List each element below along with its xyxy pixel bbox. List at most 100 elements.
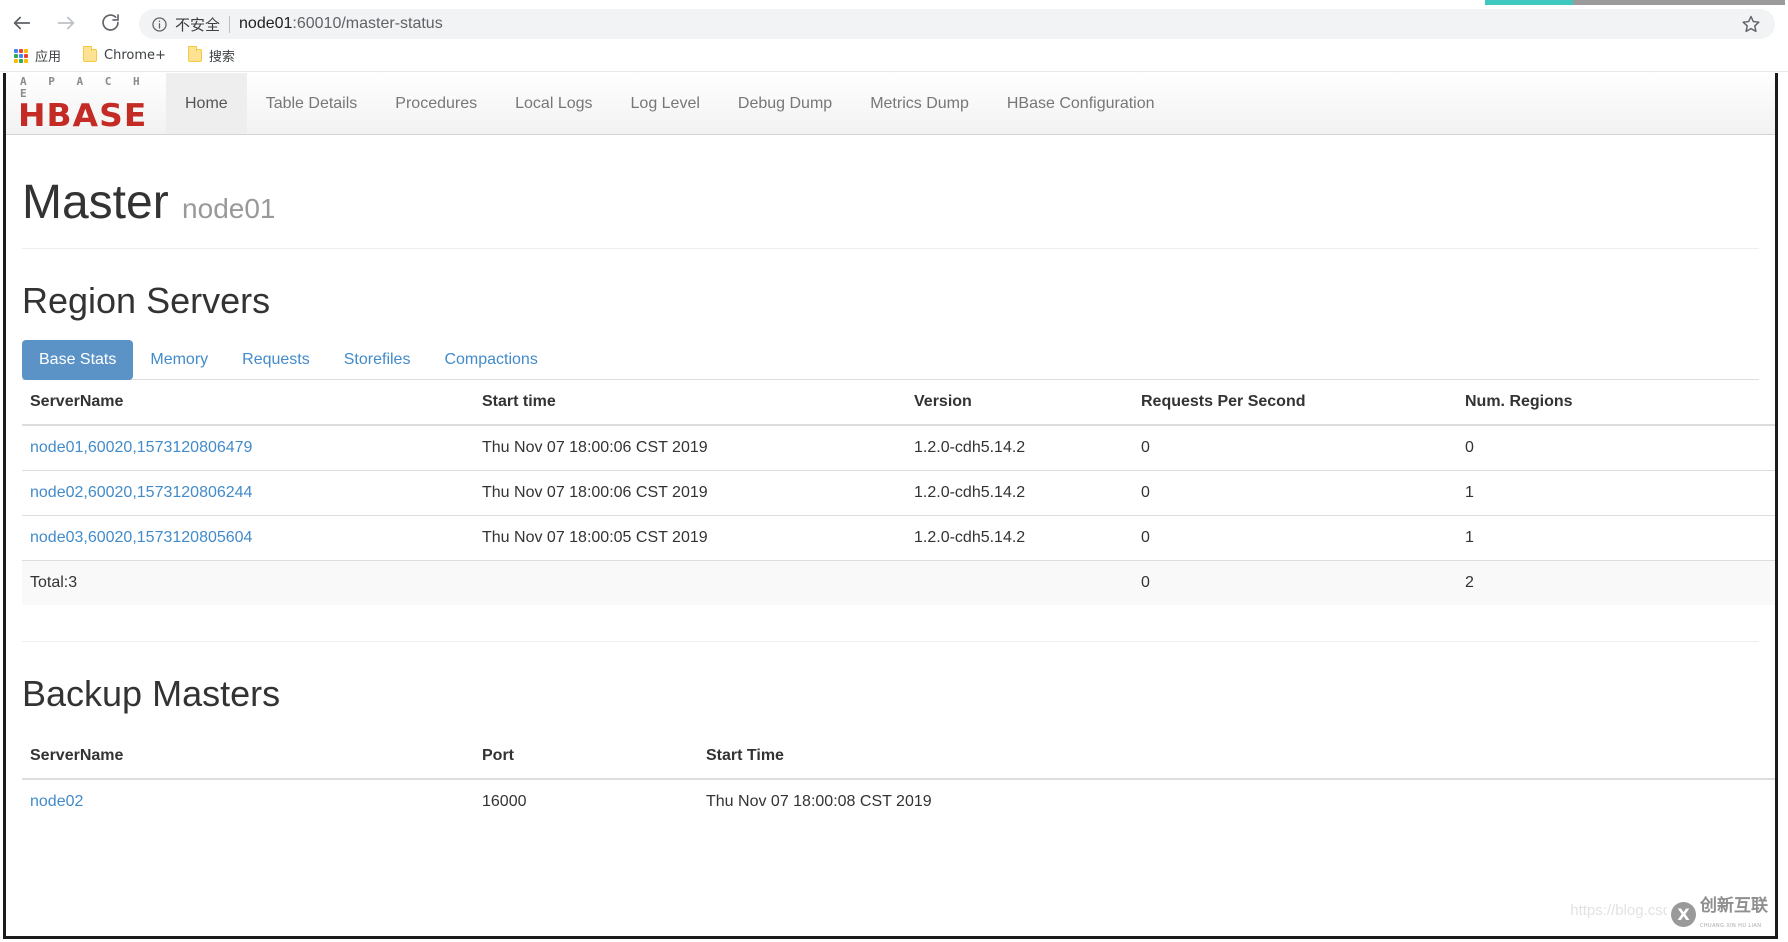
cell-start-time: Thu Nov 07 18:00:05 CST 2019 bbox=[474, 515, 906, 561]
cell-num-regions: 0 bbox=[1457, 424, 1775, 471]
tab-requests-label[interactable]: Requests bbox=[225, 340, 327, 380]
page-viewport: A P A C H E HBASE Home Table Details Pro… bbox=[3, 73, 1778, 939]
cell-num-regions: 1 bbox=[1457, 515, 1775, 561]
bookmark-search[interactable]: 搜索 bbox=[180, 43, 243, 69]
tab-requests[interactable]: Requests bbox=[225, 340, 327, 380]
address-bar-url: node01:60010/master-status bbox=[239, 15, 443, 33]
hbase-nav-items: Home Table Details Procedures Local Logs… bbox=[166, 73, 1174, 134]
hbase-logo[interactable]: A P A C H E HBASE bbox=[6, 73, 166, 134]
table-row: node03,60020,1573120805604 Thu Nov 07 18… bbox=[22, 515, 1775, 561]
region-servers-table: ServerName Start time Version Requests P… bbox=[22, 380, 1775, 606]
cell-num-regions: 1 bbox=[1457, 470, 1775, 516]
tab-base-stats[interactable]: Base Stats bbox=[22, 340, 134, 381]
nav-item-procedures[interactable]: Procedures bbox=[376, 73, 496, 134]
table-row: node01,60020,1573120806479 Thu Nov 07 18… bbox=[22, 424, 1775, 471]
url-host: node01 bbox=[239, 15, 293, 32]
cell-total-label: Total:3 bbox=[22, 560, 474, 606]
browser-toolbar: 不安全 node01:60010/master-status bbox=[0, 5, 1788, 40]
cell-total-num-regions: 2 bbox=[1457, 560, 1775, 606]
backup-master-link[interactable]: node02 bbox=[30, 793, 83, 810]
table-row: node02,60020,1573120806244 Thu Nov 07 18… bbox=[22, 470, 1775, 516]
region-servers-tabs: Base Stats Memory Requests Storefiles Co… bbox=[22, 340, 1759, 381]
folder-icon bbox=[83, 46, 98, 62]
cell-requests-per-second: 0 bbox=[1133, 470, 1457, 516]
forward-arrow-icon bbox=[55, 12, 77, 34]
bookmark-label: Chrome+ bbox=[104, 48, 166, 63]
cell-total-requests-per-second: 0 bbox=[1133, 560, 1457, 606]
tab-memory-label[interactable]: Memory bbox=[133, 340, 225, 380]
bookmark-chrome-plus[interactable]: Chrome+ bbox=[75, 43, 174, 69]
tab-base-stats-label[interactable]: Base Stats bbox=[22, 340, 134, 381]
bookmark-label: 搜索 bbox=[208, 50, 235, 65]
back-button[interactable] bbox=[0, 6, 44, 40]
nav-item-metrics-dump[interactable]: Metrics Dump bbox=[851, 73, 988, 134]
cell-version: 1.2.0-cdh5.14.2 bbox=[906, 424, 1133, 471]
column-header-servername: ServerName bbox=[22, 380, 474, 427]
cell-requests-per-second: 0 bbox=[1133, 515, 1457, 561]
region-servers-heading: Region Servers bbox=[22, 279, 271, 321]
cell-version: 1.2.0-cdh5.14.2 bbox=[906, 515, 1133, 561]
info-circle-icon[interactable] bbox=[151, 16, 168, 33]
column-header-servername: ServerName bbox=[22, 733, 474, 780]
nav-item-log-level[interactable]: Log Level bbox=[612, 73, 719, 134]
cell-servername: node02 bbox=[22, 778, 474, 824]
column-header-port: Port bbox=[474, 733, 698, 780]
page-body: Master node01 Region Servers Base Stats … bbox=[6, 135, 1775, 824]
cell-total-version bbox=[906, 560, 1133, 606]
apps-grid-icon bbox=[14, 48, 28, 63]
nav-item-hbase-configuration[interactable]: HBase Configuration bbox=[988, 73, 1174, 134]
reload-icon bbox=[100, 12, 121, 33]
column-header-requests-per-second: Requests Per Second bbox=[1133, 380, 1457, 427]
tab-memory[interactable]: Memory bbox=[133, 340, 225, 380]
cell-servername: node03,60020,1573120805604 bbox=[22, 515, 474, 561]
table-total-row: Total:3 0 2 bbox=[22, 560, 1775, 606]
chuangxin-cn-label: 创新互联 bbox=[1700, 895, 1768, 916]
page-title-text: Master bbox=[22, 176, 169, 229]
tab-compactions-label[interactable]: Compactions bbox=[427, 340, 554, 380]
address-bar[interactable]: 不安全 node01:60010/master-status bbox=[139, 9, 1775, 39]
nav-item-table-details[interactable]: Table Details bbox=[247, 73, 377, 134]
page-title-subtitle: node01 bbox=[182, 193, 276, 224]
bookmark-apps[interactable]: 应用 bbox=[6, 43, 69, 69]
tab-compactions[interactable]: Compactions bbox=[427, 340, 554, 380]
logo-apache-text: A P A C H E bbox=[20, 74, 148, 100]
cell-servername: node01,60020,1573120806479 bbox=[22, 424, 474, 471]
url-path: :60010/master-status bbox=[292, 15, 443, 32]
cell-start-time: Thu Nov 07 18:00:06 CST 2019 bbox=[474, 424, 906, 471]
tab-storefiles-label[interactable]: Storefiles bbox=[327, 340, 428, 380]
security-status-label: 不安全 bbox=[175, 15, 221, 34]
bookmark-label: 应用 bbox=[35, 50, 62, 65]
nav-item-home[interactable]: Home bbox=[166, 73, 247, 134]
bookmark-star-icon[interactable] bbox=[1741, 14, 1761, 34]
hbase-navbar: A P A C H E HBASE Home Table Details Pro… bbox=[6, 73, 1775, 135]
reload-button[interactable] bbox=[88, 6, 132, 40]
column-header-start-time: Start time bbox=[474, 380, 906, 427]
folder-icon bbox=[187, 46, 202, 62]
nav-item-debug-dump[interactable]: Debug Dump bbox=[719, 73, 851, 134]
server-link[interactable]: node02,60020,1573120806244 bbox=[30, 484, 252, 501]
cell-port: 16000 bbox=[474, 778, 698, 824]
table-header-row: ServerName Port Start Time bbox=[22, 733, 1775, 780]
backup-masters-heading: Backup Masters bbox=[22, 673, 281, 715]
logo-hbase-text: HBASE bbox=[18, 97, 148, 134]
forward-button[interactable] bbox=[44, 6, 88, 40]
page-title: Master node01 bbox=[22, 176, 1759, 230]
cell-servername: node02,60020,1573120806244 bbox=[22, 470, 474, 516]
page-header: Master node01 bbox=[22, 135, 1759, 249]
cell-start-time: Thu Nov 07 18:00:08 CST 2019 bbox=[698, 778, 1775, 824]
table-header-row: ServerName Start time Version Requests P… bbox=[22, 380, 1775, 427]
omnibox-divider bbox=[229, 15, 231, 33]
backup-masters-table: ServerName Port Start Time node02 16000 … bbox=[22, 733, 1775, 824]
tab-storefiles[interactable]: Storefiles bbox=[327, 340, 428, 380]
page-content: A P A C H E HBASE Home Table Details Pro… bbox=[6, 73, 1775, 933]
server-link[interactable]: node01,60020,1573120806479 bbox=[30, 439, 252, 456]
bookmarks-bar: 应用 Chrome+ 搜索 bbox=[0, 40, 1788, 72]
chuangxin-logo-icon: X bbox=[1671, 901, 1696, 927]
chuangxin-en-label: CHUANG XIN HU LIAN bbox=[1700, 922, 1762, 929]
cell-total-start-time bbox=[474, 560, 906, 606]
table-row: node02 16000 Thu Nov 07 18:00:08 CST 201… bbox=[22, 778, 1775, 824]
server-link[interactable]: node03,60020,1573120805604 bbox=[30, 529, 252, 546]
chuangxin-text: 创新互联 CHUANG XIN HU LIAN bbox=[1700, 895, 1768, 931]
nav-item-local-logs[interactable]: Local Logs bbox=[496, 73, 611, 134]
back-arrow-icon bbox=[11, 12, 33, 34]
